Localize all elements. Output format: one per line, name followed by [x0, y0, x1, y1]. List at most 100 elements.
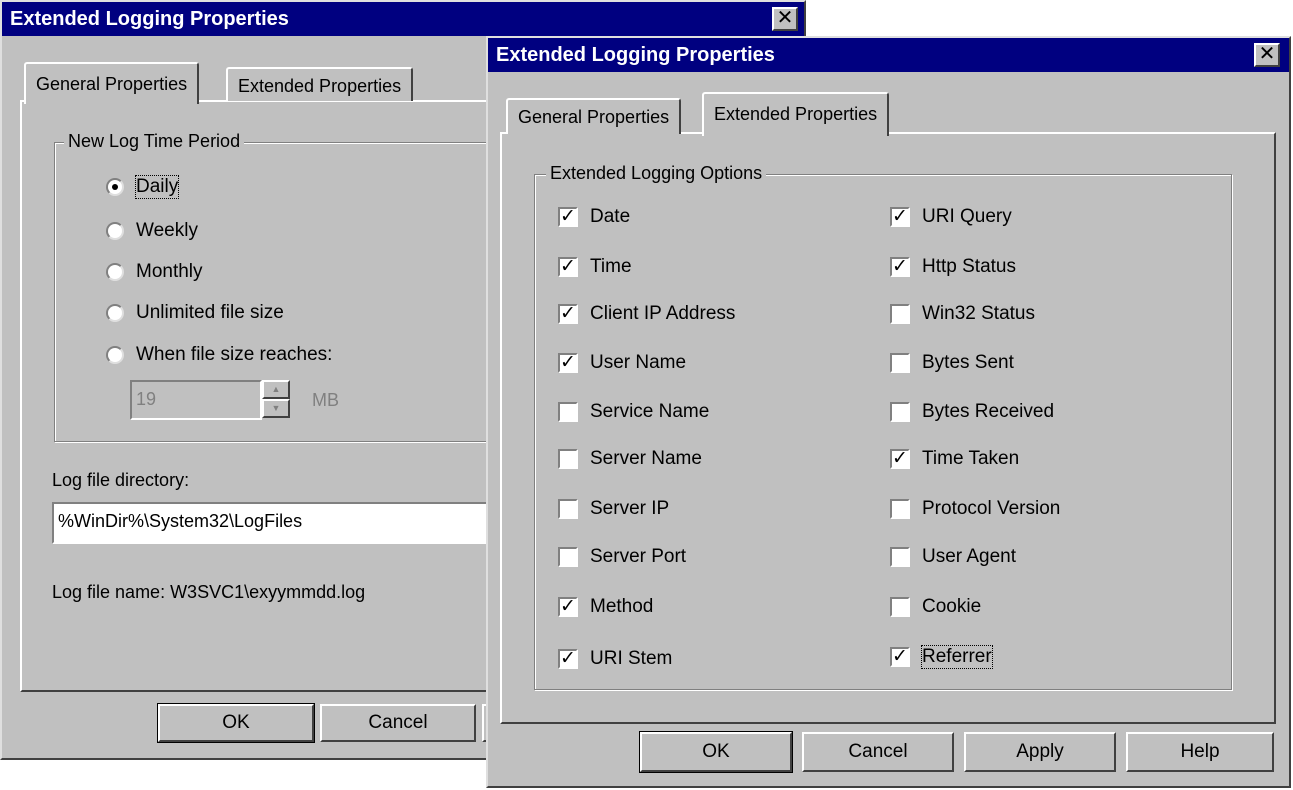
front-ok-button[interactable]: OK [639, 731, 793, 773]
front-dialog-titlebar[interactable]: Extended Logging Properties [488, 38, 1289, 72]
radio-monthly[interactable]: Monthly [106, 261, 203, 283]
option-server-port-checkbox[interactable] [558, 547, 578, 567]
option-win32-status[interactable]: Win32 Status [890, 303, 1035, 325]
option-date[interactable]: ✓ Date [558, 206, 630, 228]
log-dir-input[interactable]: %WinDir%\System32\LogFiles [52, 502, 492, 544]
option-client-ip-label: Client IP Address [590, 303, 736, 324]
radio-unlimited-label: Unlimited file size [136, 302, 284, 323]
option-client-ip[interactable]: ✓ Client IP Address [558, 303, 735, 325]
front-tab-general-label: General Properties [518, 107, 670, 127]
close-icon: ✕ [1258, 43, 1276, 65]
option-user-agent[interactable]: User Agent [890, 546, 1016, 568]
back-time-period-caption: New Log Time Period [64, 130, 245, 152]
option-method-checkbox[interactable]: ✓ [558, 597, 578, 617]
option-bytes-sent-label: Bytes Sent [922, 352, 1014, 373]
front-tab-extended-label: Extended Properties [714, 104, 878, 124]
radio-weekly[interactable]: Weekly [106, 220, 198, 242]
option-user-agent-checkbox[interactable] [890, 547, 910, 567]
option-referrer-label: Referrer [921, 645, 993, 669]
option-uri-query[interactable]: ✓ URI Query [890, 206, 1012, 228]
option-bytes-received-checkbox[interactable] [890, 402, 910, 422]
size-limit-input[interactable]: 19 [130, 380, 262, 420]
option-server-ip-label: Server IP [590, 498, 670, 519]
option-cookie[interactable]: Cookie [890, 596, 981, 618]
back-tab-extended-label: Extended Properties [238, 76, 402, 96]
radio-monthly-label: Monthly [136, 261, 203, 282]
radio-size-limit-dot[interactable] [106, 346, 124, 364]
log-file-name-text: Log file name: W3SVC1\exyymmdd.log [52, 582, 366, 602]
radio-weekly-dot[interactable] [106, 222, 124, 240]
option-bytes-sent[interactable]: Bytes Sent [890, 352, 1014, 374]
option-win32-status-checkbox[interactable] [890, 304, 910, 324]
option-client-ip-checkbox[interactable]: ✓ [558, 304, 578, 324]
back-tab-general-label: General Properties [36, 74, 188, 94]
option-service-name-checkbox[interactable] [558, 402, 578, 422]
option-service-name[interactable]: Service Name [558, 401, 709, 423]
option-method-label: Method [590, 596, 654, 617]
option-user-name-checkbox[interactable]: ✓ [558, 353, 578, 373]
option-user-name-label: User Name [590, 352, 687, 373]
log-dir-label: Log file directory: [52, 470, 190, 490]
option-time-taken-checkbox[interactable]: ✓ [890, 449, 910, 469]
front-dialog: Extended Logging Properties ✕ General Pr… [486, 36, 1291, 788]
option-protocol-version[interactable]: Protocol Version [890, 498, 1060, 520]
spin-up-icon[interactable]: ▲ [262, 380, 290, 399]
option-server-name[interactable]: Server Name [558, 448, 702, 470]
radio-monthly-dot[interactable] [106, 263, 124, 281]
option-server-port[interactable]: Server Port [558, 546, 686, 568]
size-limit-spinner[interactable]: ▲ ▼ [262, 380, 290, 420]
option-cookie-checkbox[interactable] [890, 597, 910, 617]
option-uri-stem[interactable]: ✓ URI Stem [558, 648, 672, 670]
size-unit-label: MB [312, 390, 339, 410]
option-protocol-version-checkbox[interactable] [890, 499, 910, 519]
back-ok-button[interactable]: OK [157, 703, 315, 743]
front-apply-button[interactable]: Apply [964, 732, 1116, 772]
back-tab-general[interactable]: General Properties [24, 62, 200, 104]
option-uri-query-label: URI Query [922, 206, 1012, 227]
radio-daily-dot[interactable] [106, 178, 124, 196]
option-server-ip-checkbox[interactable] [558, 499, 578, 519]
front-help-button[interactable]: Help [1126, 732, 1274, 772]
spin-down-icon[interactable]: ▼ [262, 399, 290, 418]
option-uri-query-checkbox[interactable]: ✓ [890, 207, 910, 227]
option-uri-stem-checkbox[interactable]: ✓ [558, 649, 578, 669]
back-tab-extended[interactable]: Extended Properties [226, 67, 414, 101]
radio-size-limit[interactable]: When file size reaches: [106, 344, 332, 366]
option-bytes-received-label: Bytes Received [922, 401, 1055, 422]
option-referrer[interactable]: ✓ Referrer [890, 645, 993, 669]
option-date-checkbox[interactable]: ✓ [558, 207, 578, 227]
front-close-button[interactable]: ✕ [1254, 43, 1280, 67]
option-server-ip[interactable]: Server IP [558, 498, 669, 520]
extended-options-caption: Extended Logging Options [546, 162, 767, 184]
option-protocol-version-label: Protocol Version [922, 498, 1061, 519]
radio-weekly-label: Weekly [136, 220, 198, 241]
back-dialog-titlebar[interactable]: Extended Logging Properties [2, 2, 804, 36]
option-bytes-received[interactable]: Bytes Received [890, 401, 1054, 423]
back-cancel-button[interactable]: Cancel [320, 704, 476, 742]
back-close-button[interactable]: ✕ [772, 7, 798, 31]
option-http-status[interactable]: ✓ Http Status [890, 256, 1016, 278]
option-time-label: Time [590, 256, 632, 277]
radio-unlimited[interactable]: Unlimited file size [106, 302, 284, 324]
option-win32-status-label: Win32 Status [922, 303, 1035, 324]
radio-daily[interactable]: Daily [106, 175, 180, 199]
option-time-taken[interactable]: ✓ Time Taken [890, 448, 1019, 470]
option-http-status-checkbox[interactable]: ✓ [890, 257, 910, 277]
back-dialog-title: Extended Logging Properties [10, 8, 289, 30]
option-user-agent-label: User Agent [922, 546, 1016, 567]
option-date-label: Date [590, 206, 631, 227]
option-bytes-sent-checkbox[interactable] [890, 353, 910, 373]
option-server-name-checkbox[interactable] [558, 449, 578, 469]
option-referrer-checkbox[interactable]: ✓ [890, 647, 910, 667]
close-icon: ✕ [776, 7, 794, 29]
option-method[interactable]: ✓ Method [558, 596, 653, 618]
option-user-name[interactable]: ✓ User Name [558, 352, 686, 374]
option-time-checkbox[interactable]: ✓ [558, 257, 578, 277]
option-http-status-label: Http Status [922, 256, 1016, 277]
option-time[interactable]: ✓ Time [558, 256, 632, 278]
option-service-name-label: Service Name [590, 401, 710, 422]
radio-unlimited-dot[interactable] [106, 304, 124, 322]
front-tab-extended[interactable]: Extended Properties [702, 92, 890, 136]
front-cancel-button[interactable]: Cancel [802, 732, 954, 772]
front-tab-general[interactable]: General Properties [506, 98, 682, 134]
